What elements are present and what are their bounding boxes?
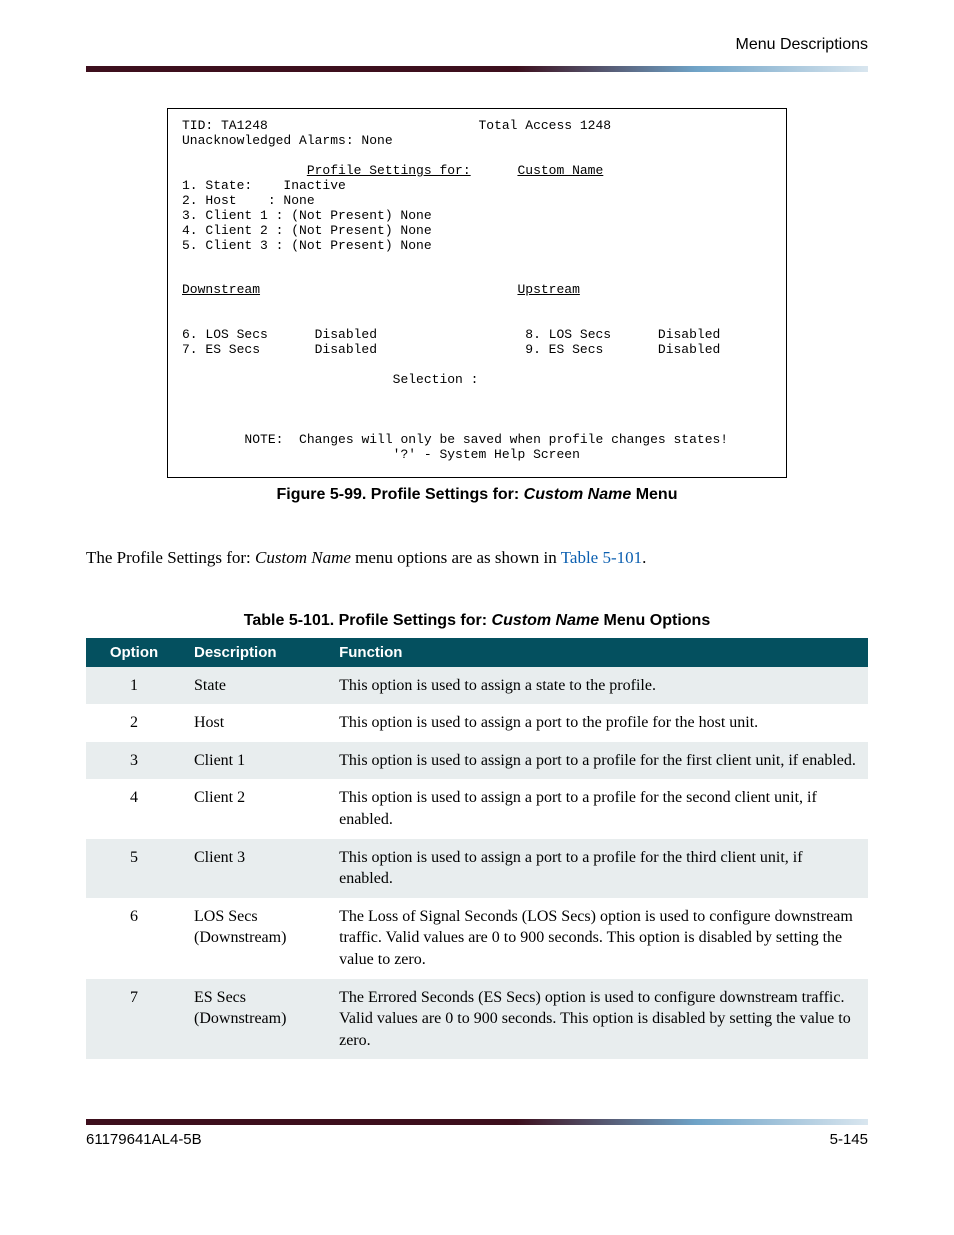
- table-row: 5 Client 3 This option is used to assign…: [86, 839, 868, 898]
- cell-option: 2: [86, 704, 182, 742]
- col-description: Description: [182, 638, 327, 667]
- table-row: 7 ES Secs (Downstream) The Errored Secon…: [86, 979, 868, 1060]
- terminal-help: '?' - System Help Screen: [393, 447, 580, 462]
- cell-description: Client 1: [182, 742, 327, 780]
- terminal-downstream-hdr: Downstream: [182, 282, 260, 297]
- cell-option: 6: [86, 898, 182, 979]
- para-c: menu options are as shown in: [351, 548, 561, 567]
- cell-description: Client 3: [182, 839, 327, 898]
- page-footer: 61179641AL4-5B 5-145: [86, 1131, 868, 1148]
- cell-option: 4: [86, 779, 182, 838]
- figure-label-b: Custom Name: [524, 486, 632, 503]
- header-rule: [86, 66, 868, 72]
- terminal-note: NOTE: Changes will only be saved when pr…: [244, 432, 728, 447]
- terminal-line-5: 5. Client 3 : (Not Present) None: [182, 238, 432, 253]
- col-function: Function: [327, 638, 868, 667]
- cell-option: 3: [86, 742, 182, 780]
- footer-left: 61179641AL4-5B: [86, 1131, 202, 1148]
- table-row: 6 LOS Secs (Downstream) The Loss of Sign…: [86, 898, 868, 979]
- running-header: Menu Descriptions: [86, 36, 868, 54]
- footer-right: 5-145: [830, 1131, 868, 1148]
- terminal-custom-name: Custom Name: [517, 163, 603, 178]
- terminal-line-1: 1. State: Inactive: [182, 178, 346, 193]
- terminal-upstream-hdr: Upstream: [517, 282, 579, 297]
- terminal-alarms: Unacknowledged Alarms: None: [182, 133, 393, 148]
- table-caption-a: Table 5-101. Profile Settings for:: [244, 612, 492, 629]
- terminal-ds-a: 6. LOS Secs Disabled: [182, 327, 377, 342]
- cell-function: This option is used to assign a port to …: [327, 839, 868, 898]
- terminal-line-4: 4. Client 2 : (Not Present) None: [182, 223, 432, 238]
- terminal-selection: Selection :: [393, 372, 479, 387]
- body-paragraph: The Profile Settings for: Custom Name me…: [86, 548, 868, 568]
- cell-option: 1: [86, 667, 182, 705]
- terminal-us-a: 8. LOS Secs Disabled: [525, 327, 720, 342]
- terminal-device: Total Access 1248: [478, 118, 611, 133]
- para-b: Custom Name: [255, 548, 351, 567]
- figure-caption: Figure 5-99. Profile Settings for: Custo…: [86, 486, 868, 504]
- cell-function: This option is used to assign a port to …: [327, 779, 868, 838]
- cell-description: Host: [182, 704, 327, 742]
- cell-function: This option is used to assign a port to …: [327, 704, 868, 742]
- table-row: 2 Host This option is used to assign a p…: [86, 704, 868, 742]
- cell-function: This option is used to assign a state to…: [327, 667, 868, 705]
- cell-description: Client 2: [182, 779, 327, 838]
- terminal-tid: TID: TA1248: [182, 118, 268, 133]
- cell-function: This option is used to assign a port to …: [327, 742, 868, 780]
- table-reference-link[interactable]: Table 5-101: [561, 548, 642, 567]
- para-d: .: [642, 548, 646, 567]
- table-caption-b: Custom Name: [492, 612, 600, 629]
- cell-description: State: [182, 667, 327, 705]
- cell-description: ES Secs (Downstream): [182, 979, 327, 1060]
- terminal-line-2: 2. Host : None: [182, 193, 315, 208]
- table-row: 3 Client 1 This option is used to assign…: [86, 742, 868, 780]
- table-row: 4 Client 2 This option is used to assign…: [86, 779, 868, 838]
- terminal-line-3: 3. Client 1 : (Not Present) None: [182, 208, 432, 223]
- figure-label-a: Figure 5-99. Profile Settings for:: [277, 486, 524, 503]
- cell-option: 7: [86, 979, 182, 1060]
- figure-label-c: Menu: [631, 486, 677, 503]
- terminal-ds-b: 7. ES Secs Disabled: [182, 342, 377, 357]
- terminal-settings-for: Profile Settings for:: [307, 163, 471, 178]
- table-row: 1 State This option is used to assign a …: [86, 667, 868, 705]
- terminal-screen: TID: TA1248 Total Access 1248 Unacknowle…: [167, 108, 787, 478]
- cell-function: The Loss of Signal Seconds (LOS Secs) op…: [327, 898, 868, 979]
- col-option: Option: [86, 638, 182, 667]
- cell-option: 5: [86, 839, 182, 898]
- table-caption-c: Menu Options: [599, 612, 710, 629]
- cell-description: LOS Secs (Downstream): [182, 898, 327, 979]
- table-header-row: Option Description Function: [86, 638, 868, 667]
- options-table: Option Description Function 1 State This…: [86, 638, 868, 1060]
- cell-function: The Errored Seconds (ES Secs) option is …: [327, 979, 868, 1060]
- terminal-us-b: 9. ES Secs Disabled: [525, 342, 720, 357]
- table-caption: Table 5-101. Profile Settings for: Custo…: [86, 612, 868, 630]
- para-a: The Profile Settings for:: [86, 548, 255, 567]
- footer-rule: [86, 1119, 868, 1125]
- document-page: Menu Descriptions TID: TA1248 Total Acce…: [0, 0, 954, 1235]
